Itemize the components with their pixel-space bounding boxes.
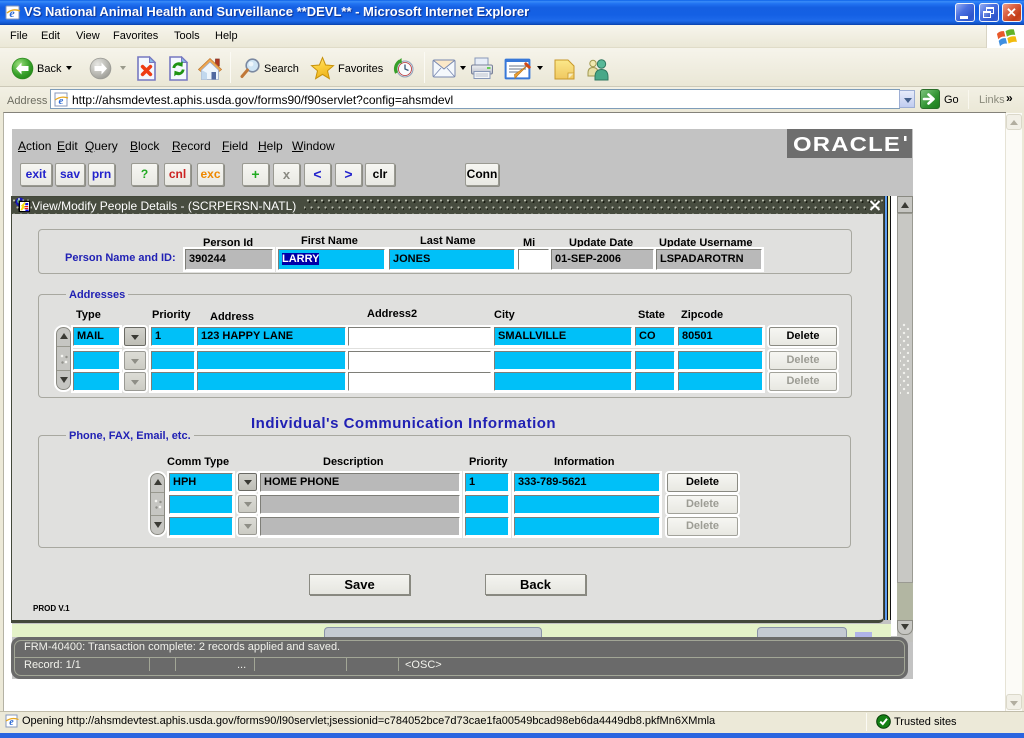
svg-text:e: e	[9, 6, 15, 20]
svg-text:ORACLE: ORACLE	[793, 134, 901, 156]
